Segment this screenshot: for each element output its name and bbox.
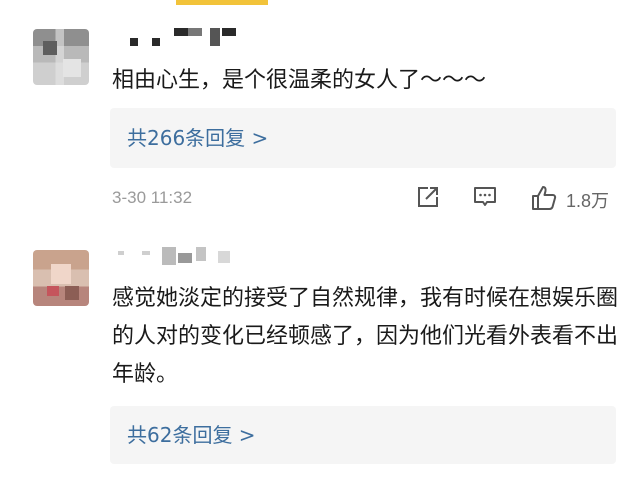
comment-button[interactable] [472, 184, 500, 212]
comment-text: 感觉她淡定的接受了自然规律，我有时候在想娱乐圈的人对的变化已经顿感了，因为他们光… [112, 286, 619, 387]
comment-meta-row: 3-30 11:32 1.8万 [0, 180, 640, 216]
comment-icon [472, 184, 500, 210]
username-blurred[interactable] [118, 247, 238, 267]
view-replies-link[interactable]: 共62条回复 > [110, 406, 616, 464]
avatar[interactable] [33, 29, 89, 85]
share-button[interactable] [415, 184, 443, 212]
view-replies-link[interactable]: 共266条回复 > [110, 108, 616, 168]
avatar[interactable] [33, 250, 89, 306]
username-blurred[interactable] [130, 28, 240, 48]
like-button[interactable]: 1.8万 [530, 184, 620, 212]
like-count: 1.8万 [566, 191, 610, 211]
share-icon [415, 184, 443, 210]
comment-text: 相由心生，是个很温柔的女人了～～～ [112, 68, 487, 93]
top-accent-bar [176, 0, 268, 5]
timestamp: 3-30 11:32 [112, 188, 193, 207]
